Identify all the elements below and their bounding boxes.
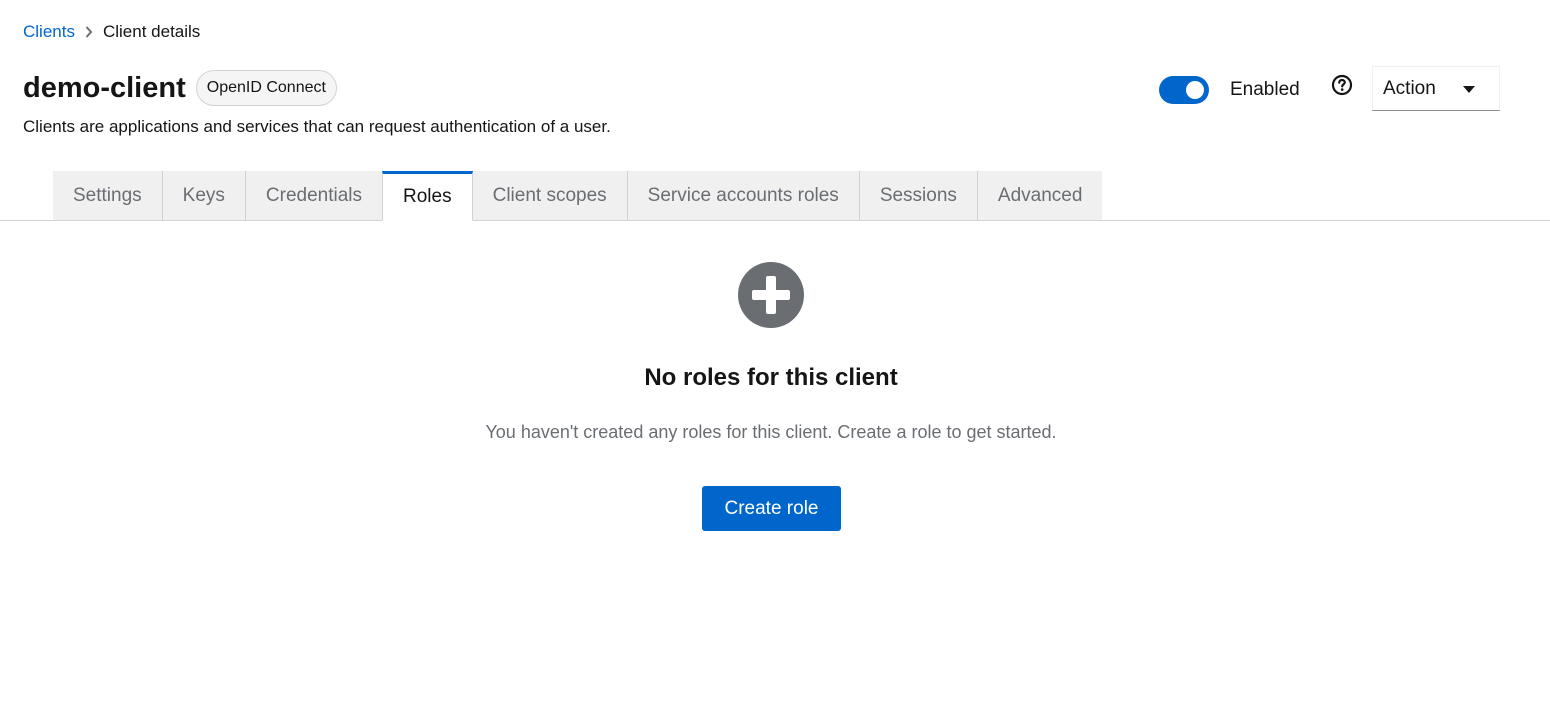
breadcrumb-current: Client details — [102, 22, 201, 41]
empty-state-title: No roles for this client — [644, 364, 898, 391]
enabled-toggle[interactable] — [1159, 76, 1209, 104]
enabled-label: Enabled — [1230, 79, 1300, 100]
tab-bar: Settings Keys Credentials Roles Client s… — [53, 171, 1103, 221]
title-row: demo-client OpenID Connect — [23, 70, 337, 106]
page-title: demo-client — [23, 72, 186, 104]
tab-sessions[interactable]: Sessions — [859, 171, 978, 221]
tab-service-accounts-roles[interactable]: Service accounts roles — [627, 171, 860, 221]
tab-client-scopes[interactable]: Client scopes — [472, 171, 628, 221]
tab-keys[interactable]: Keys — [162, 171, 246, 221]
empty-state-body: You haven't created any roles for this c… — [485, 422, 1057, 442]
breadcrumb-clients-link[interactable]: Clients — [23, 21, 75, 43]
tab-advanced[interactable]: Advanced — [977, 171, 1103, 221]
tab-credentials[interactable]: Credentials — [245, 171, 384, 221]
help-icon[interactable] — [1331, 74, 1353, 96]
toggle-knob — [1186, 81, 1204, 99]
tab-settings[interactable]: Settings — [53, 171, 163, 221]
action-dropdown-label: Action — [1383, 77, 1436, 99]
breadcrumb: Clients Client details — [23, 21, 200, 43]
tab-roles[interactable]: Roles — [382, 171, 473, 221]
action-dropdown[interactable]: Action — [1372, 66, 1500, 111]
protocol-badge: OpenID Connect — [195, 70, 337, 106]
page-subtitle: Clients are applications and services th… — [23, 117, 611, 136]
create-role-button[interactable]: Create role — [702, 486, 841, 531]
plus-circle-icon — [738, 262, 804, 328]
caret-down-icon — [1463, 86, 1475, 93]
client-details-page: Clients Client details demo-client OpenI… — [0, 0, 1550, 727]
chevron-right-icon — [75, 26, 103, 38]
